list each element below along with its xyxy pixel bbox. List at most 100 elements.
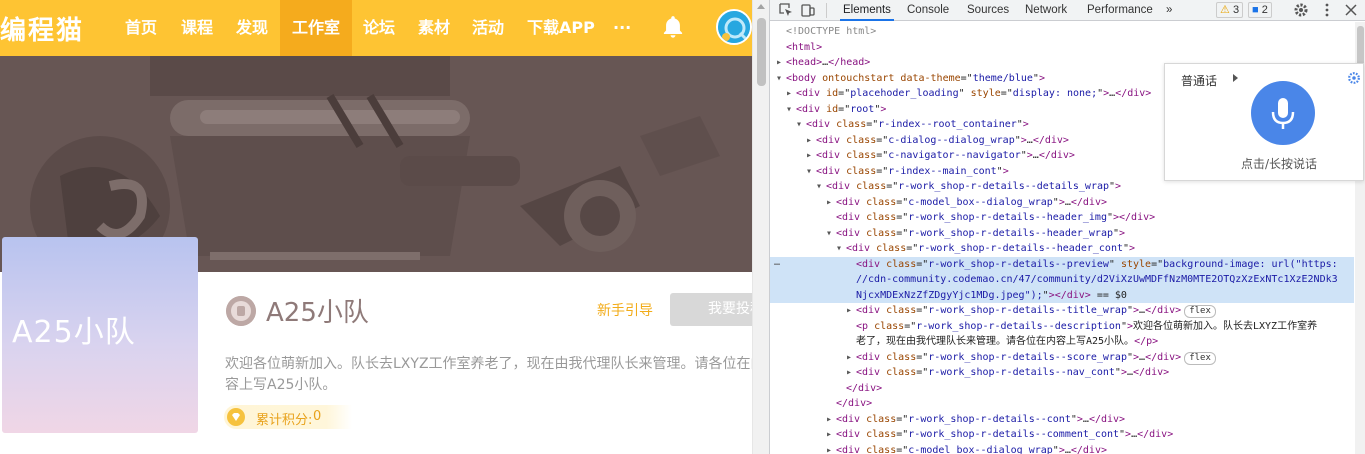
dom-tree-line[interactable]: <div class="r-work_shop-r-details--previ…	[770, 256, 1354, 272]
expand-triangle-icon[interactable]: ▸	[826, 427, 836, 443]
chevron-right-icon[interactable]	[1233, 74, 1238, 82]
dom-tree-line[interactable]: NjcxMDExNzZfZDgyYjc1MDg.jpeg");"></div> …	[770, 287, 1354, 303]
collapse-triangle-icon[interactable]: ▾	[786, 102, 796, 118]
nav-item-workshop[interactable]: 工作室	[280, 0, 352, 56]
dom-tree-line[interactable]: <!DOCTYPE html>	[770, 24, 1354, 40]
dom-node-markup: <div class="r-work_shop-r-details--nav_c…	[856, 367, 1170, 378]
dom-tree-line[interactable]: </div>	[770, 396, 1354, 412]
nav-item-more[interactable]: ···	[613, 0, 631, 56]
expand-triangle-icon[interactable]: ▸	[806, 133, 816, 149]
dom-tree-line[interactable]: //cdn-community.codemao.cn/47/community/…	[770, 272, 1354, 288]
dom-tree-line[interactable]: <p class="r-work_shop-r-details--descrip…	[770, 319, 1354, 335]
expand-triangle-icon[interactable]: ▸	[826, 443, 836, 454]
page-scrollbar-thumb[interactable]	[757, 18, 766, 86]
collapse-triangle-icon[interactable]: ▾	[806, 164, 816, 180]
collapse-triangle-icon[interactable]: ▾	[816, 179, 826, 195]
inspect-element-icon[interactable]	[778, 2, 794, 18]
beginner-guide-link[interactable]: 新手引导	[597, 300, 653, 320]
collapse-triangle-icon[interactable]: ▾	[776, 71, 786, 87]
more-options-icon[interactable]	[1319, 2, 1335, 18]
nav-item-download-app[interactable]: 下载APP	[527, 0, 595, 56]
nav-item-courses[interactable]: 课程	[181, 0, 213, 56]
expand-triangle-icon[interactable]: ▸	[826, 195, 836, 211]
submit-work-button[interactable]: 我要投稿	[670, 293, 752, 326]
collapse-triangle-icon[interactable]: ▾	[796, 117, 806, 133]
dom-tree-line[interactable]: ▾ <div class="r-work_shop-r-details--head…	[770, 226, 1354, 242]
nav-item-materials[interactable]: 素材	[418, 0, 450, 56]
site-logo[interactable]: 编程猫	[0, 10, 84, 47]
dom-tree-line[interactable]: ▾ <div class="r-work_shop-r-details--deta…	[770, 179, 1354, 195]
tab-performance[interactable]: Performance	[1084, 0, 1156, 21]
expand-triangle-icon[interactable]: ▸	[776, 55, 786, 71]
bell-icon[interactable]	[660, 14, 686, 40]
close-icon[interactable]	[1343, 2, 1359, 18]
tab-elements[interactable]: Elements	[840, 0, 894, 21]
dom-node-markup: <html>	[786, 41, 823, 53]
score-label: 累计积分:	[256, 413, 313, 428]
selected-node-ellipsis[interactable]: …	[774, 257, 780, 268]
tab-console[interactable]: Console	[904, 0, 952, 21]
expand-triangle-icon[interactable]: ▸	[846, 303, 856, 319]
nav-item-activities[interactable]: 活动	[472, 0, 504, 56]
dom-node-markup: NjcxMDExNzZfZDgyYjc1MDg.jpeg");"></div> …	[856, 289, 1127, 301]
voice-hint-text: 点击/长按说话	[1241, 157, 1318, 171]
tab-sources[interactable]: Sources	[964, 0, 1012, 21]
dom-tree-line[interactable]: ▸ <div class="r-work_shop-r-details--scor…	[770, 350, 1354, 366]
dom-node-markup: <body ontouchstart data-theme="theme/blu…	[786, 72, 1045, 84]
dom-node-markup: </div>	[836, 398, 873, 409]
warnings-count: 3	[1232, 4, 1240, 16]
dom-node-markup: <div class="r-work_shop-r-details--detai…	[826, 181, 1122, 192]
dom-tree-line[interactable]: 老了，现在由我代理队长来管理。请各位在内容上写A25小队。</p>	[770, 334, 1354, 350]
tab-network[interactable]: Network	[1022, 0, 1070, 21]
dom-tree-line[interactable]: <html>	[770, 40, 1354, 56]
expand-triangle-icon[interactable]: ▸	[806, 148, 816, 164]
workshop-title: A25小队	[266, 298, 369, 328]
dom-tree-line[interactable]: ▸ <div class="r-work_shop-r-details--comm…	[770, 427, 1354, 443]
dom-tree-line[interactable]: <div class="r-work_shop-r-details--heade…	[770, 210, 1354, 226]
score-badge: 累计积分: 0	[224, 405, 352, 429]
dom-node-markup: <div class="r-work_shop-r-details--score…	[856, 351, 1216, 365]
messages-badge[interactable]: ■ 2	[1248, 2, 1272, 18]
workshop-description: 欢迎各位萌新加入。队长去LXYZ工作室养老了，现在由我代理队长来管理。请各位在内…	[225, 356, 752, 393]
nav-item-discover[interactable]: 发现	[236, 0, 268, 56]
dom-node-markup: <div class="r-work_shop-r-details--heade…	[836, 212, 1156, 223]
nav-item-forum[interactable]: 论坛	[363, 0, 395, 56]
score-value: 0	[313, 409, 322, 424]
dom-node-markup: <p class="r-work_shop-r-details--descrip…	[856, 320, 1318, 332]
dom-tree-line[interactable]: ▸ <div class="c-model_box--dialog_wrap">……	[770, 195, 1354, 211]
toolbar-divider	[826, 3, 827, 18]
dom-tree-line[interactable]: ▸ <div class="r-work_shop-r-details--cont…	[770, 412, 1354, 428]
devtools-toolbar: Elements Console Sources Network Perform…	[770, 0, 1365, 21]
expand-triangle-icon[interactable]: ▸	[826, 412, 836, 428]
dom-tree-line[interactable]: ▸ <div class="r-work_shop-r-details--nav_…	[770, 365, 1354, 381]
avatar-image-icon	[718, 11, 750, 43]
dom-tree-line[interactable]: ▸ <div class="c-model_box--dialog_wrap">……	[770, 443, 1354, 454]
dom-node-markup: <div class="r-work_shop-r-details--previ…	[856, 258, 1338, 270]
workshop-cover-image: A25小队	[2, 237, 198, 433]
dom-tree-line[interactable]: ▾ <div class="r-work_shop-r-details--head…	[770, 241, 1354, 257]
voice-language-selector[interactable]: 普通话	[1181, 72, 1217, 89]
dom-tree-line[interactable]: ▸ <div class="r-work_shop-r-details--titl…	[770, 303, 1354, 319]
scroll-up-arrow-icon[interactable]	[757, 4, 765, 9]
page-scrollbar[interactable]	[752, 0, 769, 454]
message-icon: ■	[1252, 4, 1259, 16]
device-toolbar-icon[interactable]	[800, 2, 816, 18]
expand-triangle-icon[interactable]: ▸	[846, 365, 856, 381]
dom-node-markup: <div class="r-work_shop-r-details--comme…	[836, 429, 1174, 440]
nav-item-home[interactable]: 首页	[125, 0, 157, 56]
cover-text: A25小队	[12, 315, 136, 350]
dom-node-markup: <div class="c-model_box--dialog_wrap">…<…	[836, 444, 1107, 454]
expand-triangle-icon[interactable]: ▸	[846, 350, 856, 366]
dom-tree-line[interactable]: </div>	[770, 381, 1354, 397]
gear-icon[interactable]	[1293, 2, 1309, 18]
microphone-button[interactable]	[1251, 81, 1315, 145]
collapse-triangle-icon[interactable]: ▾	[836, 241, 846, 257]
gear-icon[interactable]	[1347, 71, 1361, 85]
more-tabs-button[interactable]: »	[1163, 0, 1175, 21]
warnings-badge[interactable]: ⚠ 3	[1216, 2, 1244, 18]
dom-node-markup: </div>	[846, 382, 883, 394]
expand-triangle-icon[interactable]: ▸	[786, 86, 796, 102]
collapse-triangle-icon[interactable]: ▾	[826, 226, 836, 242]
dom-node-markup: <div class="c-navigator--navigator">…</d…	[816, 150, 1075, 161]
user-avatar[interactable]	[716, 9, 752, 45]
